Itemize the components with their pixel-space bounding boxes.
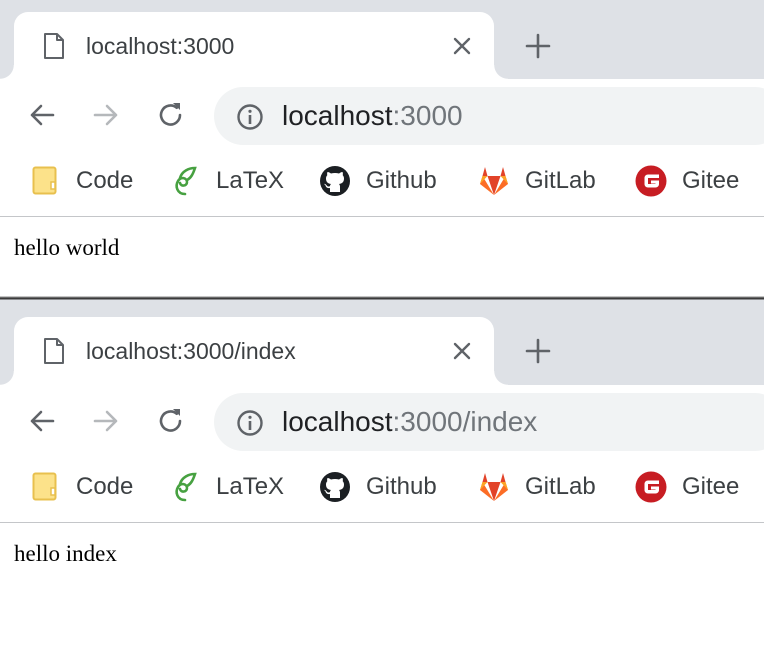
bookmarks-bar: Code LaTeX Github GitLab Gitee [0, 152, 764, 217]
reload-icon[interactable] [155, 99, 187, 131]
url-path: :3000 [392, 100, 463, 131]
gitlab-icon [477, 470, 511, 504]
page-icon [44, 338, 64, 364]
folder-icon [28, 470, 62, 504]
reload-icon[interactable] [155, 405, 187, 437]
page-body-text: hello index [14, 541, 117, 566]
address-bar[interactable]: localhost:3000/index [214, 393, 764, 451]
tab-active[interactable]: localhost:3000/index [0, 317, 508, 385]
overleaf-icon [168, 470, 202, 504]
bookmark-gitlab[interactable]: GitLab [477, 164, 596, 198]
close-icon[interactable] [450, 34, 474, 58]
back-icon[interactable] [26, 99, 58, 131]
url-host: localhost [282, 406, 393, 437]
bookmark-label: Code [76, 473, 134, 500]
bookmark-gitee[interactable]: Gitee [634, 470, 739, 504]
bookmark-label: LaTeX [216, 473, 285, 500]
bookmark-label: Github [366, 473, 437, 500]
tab-strip: localhost:3000 [0, 0, 764, 79]
bookmark-latex[interactable]: LaTeX [168, 470, 284, 504]
gitee-icon [634, 470, 668, 504]
bookmark-label: Code [76, 167, 134, 194]
tab-title: localhost:3000 [86, 33, 235, 59]
browser-window-2: localhost:3000/index localhost:3000/inde… [0, 301, 764, 652]
new-tab-icon[interactable] [524, 32, 552, 60]
browser-window-1: localhost:3000 localhost:3000 Code LaTeX… [0, 0, 764, 298]
gitee-icon [634, 164, 668, 198]
bookmark-gitlab[interactable]: GitLab [477, 470, 596, 504]
close-icon[interactable] [450, 339, 474, 363]
new-tab-icon[interactable] [524, 337, 552, 365]
bookmark-code[interactable]: Code [28, 164, 133, 198]
bookmark-gitee[interactable]: Gitee [634, 164, 739, 198]
bookmark-label: Gitee [682, 473, 740, 500]
url-text[interactable]: localhost:3000 [282, 100, 463, 132]
bookmark-github[interactable]: Github [318, 164, 437, 198]
url-host: localhost [282, 100, 393, 131]
back-icon[interactable] [26, 405, 58, 437]
tab-title: localhost:3000/index [86, 338, 296, 364]
url-path: :3000/index [392, 406, 538, 437]
bookmark-label: Github [366, 167, 437, 194]
bookmark-label: GitLab [525, 167, 596, 194]
page-icon [44, 33, 64, 59]
bookmark-github[interactable]: Github [318, 470, 437, 504]
github-icon [318, 470, 352, 504]
folder-icon [28, 164, 62, 198]
toolbar: localhost:3000/index [0, 385, 764, 458]
bookmark-label: GitLab [525, 473, 596, 500]
gitlab-icon [477, 164, 511, 198]
overleaf-icon [168, 164, 202, 198]
forward-icon[interactable] [90, 405, 122, 437]
bookmark-code[interactable]: Code [28, 470, 133, 504]
forward-icon[interactable] [90, 99, 122, 131]
github-icon [318, 164, 352, 198]
tab-strip: localhost:3000/index [0, 301, 764, 385]
info-icon[interactable] [236, 103, 264, 131]
bookmarks-bar: Code LaTeX Github GitLab Gitee [0, 458, 764, 523]
bookmark-label: Gitee [682, 167, 740, 194]
info-icon[interactable] [236, 409, 264, 437]
address-bar[interactable]: localhost:3000 [214, 87, 764, 145]
url-text[interactable]: localhost:3000/index [282, 406, 537, 438]
bookmark-label: LaTeX [216, 167, 285, 194]
page-body-text: hello world [14, 235, 120, 260]
bookmark-latex[interactable]: LaTeX [168, 164, 284, 198]
tab-active[interactable]: localhost:3000 [0, 12, 508, 79]
toolbar: localhost:3000 [0, 79, 764, 152]
